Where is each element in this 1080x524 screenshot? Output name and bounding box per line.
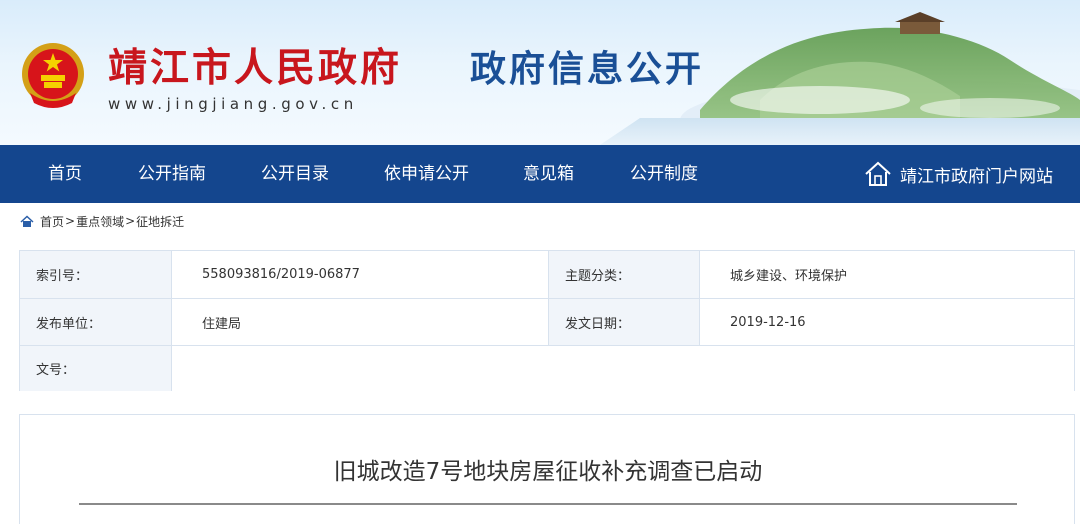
nav-item-feedback[interactable]: 意见箱 — [523, 145, 574, 203]
site-url: www.jingjiang.gov.cn — [108, 95, 358, 113]
article-title: 旧城改造7号地块房屋征收补充调查已启动 — [333, 459, 763, 485]
portal-link-label: 靖江市政府门户网站 — [900, 166, 1053, 187]
nav-item-guide[interactable]: 公开指南 — [138, 145, 206, 203]
date-value: 2019-12-16 — [699, 299, 1074, 346]
index-label: 索引号： — [20, 251, 171, 298]
portal-link[interactable]: 靖江市政府门户网站 — [864, 145, 1053, 203]
info-row: 发布单位： 住建局 发文日期： 2019-12-16 — [20, 298, 1074, 346]
docno-label: 文号： — [20, 346, 171, 391]
main-nav: 首页 公开指南 公开目录 依申请公开 意见箱 公开制度 靖江市政府门户网站 — [0, 145, 1080, 203]
house-icon — [865, 161, 891, 186]
home-icon — [20, 214, 34, 227]
date-label: 发文日期： — [548, 299, 699, 346]
breadcrumb: 首页 > 重点领域 > 征地拆迁 — [20, 212, 184, 230]
publisher-value: 住建局 — [171, 299, 548, 346]
breadcrumb-home[interactable]: 首页 — [40, 213, 64, 230]
section-title: 政府信息公开 — [470, 49, 705, 90]
topic-value: 城乡建设、环境保护 — [699, 251, 1074, 298]
header-banner: 靖江市人民政府 www.jingjiang.gov.cn 政府信息公开 — [0, 0, 1080, 145]
index-value: 558093816/2019-06877 — [171, 251, 548, 298]
article-panel: 旧城改造7号地块房屋征收补充调查已启动 — [19, 414, 1075, 524]
nav-item-request[interactable]: 依申请公开 — [384, 145, 469, 203]
topic-label: 主题分类： — [548, 251, 699, 298]
document-info-table: 索引号： 558093816/2019-06877 主题分类： 城乡建设、环境保… — [19, 250, 1075, 391]
national-emblem-logo — [22, 43, 84, 108]
breadcrumb-separator: > — [125, 214, 136, 228]
site-title: 靖江市人民政府 — [108, 45, 403, 91]
info-row: 文号： — [20, 345, 1074, 391]
breadcrumb-key-areas[interactable]: 重点领域 — [76, 213, 124, 230]
title-divider — [79, 503, 1017, 505]
nav-item-home[interactable]: 首页 — [48, 145, 82, 203]
breadcrumb-separator: > — [65, 214, 76, 228]
publisher-label: 发布单位： — [20, 299, 171, 346]
nav-item-catalog[interactable]: 公开目录 — [261, 145, 329, 203]
nav-item-policy[interactable]: 公开制度 — [630, 145, 698, 203]
info-row: 索引号： 558093816/2019-06877 主题分类： 城乡建设、环境保… — [20, 251, 1074, 298]
docno-value — [171, 346, 1074, 391]
breadcrumb-land-expropriation[interactable]: 征地拆迁 — [136, 213, 184, 230]
